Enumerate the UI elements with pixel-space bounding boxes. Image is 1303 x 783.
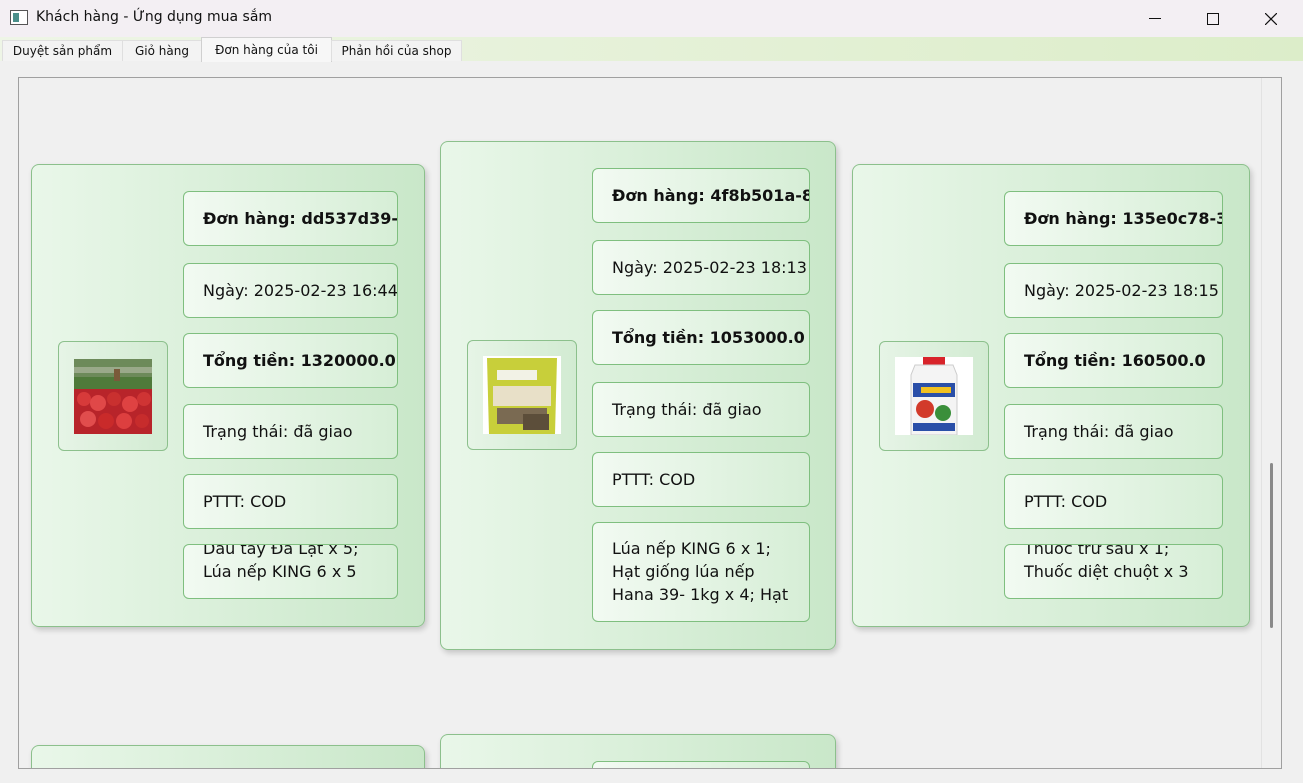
product-thumbnail	[879, 341, 989, 451]
product-thumbnail	[467, 340, 577, 450]
orders-scroll-area[interactable]: Đơn hàng: dd537d39- Ngày: 2025-02-23 16:…	[18, 77, 1282, 769]
close-icon	[1265, 12, 1277, 25]
order-card: Đơn hàng: dd537d39- Ngày: 2025-02-23 16:…	[31, 164, 425, 627]
order-status: Trạng thái: đã giao	[183, 404, 398, 459]
order-payment: PTTT: COD	[592, 452, 810, 507]
window-title: Khách hàng - Ứng dụng mua sắm	[36, 9, 273, 25]
scrollbar-thumb[interactable]	[1270, 463, 1273, 628]
order-card	[31, 745, 425, 768]
order-payment: PTTT: COD	[1004, 474, 1223, 529]
minimize-icon	[1149, 17, 1161, 19]
order-card: Đơn hàng: 135e0c78-3 Ngày: 2025-02-23 18…	[852, 164, 1250, 627]
order-date: Ngày: 2025-02-23 18:13	[592, 240, 810, 295]
order-id: Đơn hàng: 135e0c78-3	[1004, 191, 1223, 246]
tab-shop-feedback[interactable]: Phản hồi của shop	[331, 40, 462, 61]
strawberry-photo	[74, 358, 152, 434]
pesticide-bottle-photo	[895, 357, 973, 435]
title-bar[interactable]: Khách hàng - Ứng dụng mua sắm	[0, 0, 1303, 37]
maximize-button[interactable]	[1184, 0, 1242, 37]
order-payment: PTTT: COD	[183, 474, 398, 529]
seed-bag-photo	[483, 356, 561, 434]
product-thumbnail	[58, 341, 168, 451]
order-items: Thuốc trừ sâu x 1; Thuốc diệt chuột x 3	[1004, 544, 1223, 599]
order-card: Đơn hàng: 4f8b501a-8 Ngày: 2025-02-23 18…	[440, 141, 836, 650]
maximize-icon	[1207, 12, 1219, 25]
vertical-scrollbar[interactable]	[1261, 78, 1281, 768]
tab-my-orders[interactable]: Đơn hàng của tôi	[201, 37, 332, 62]
minimize-button[interactable]	[1126, 0, 1184, 37]
order-total: Tổng tiền: 160500.0	[1004, 333, 1223, 388]
order-total: Tổng tiền: 1320000.0	[183, 333, 398, 388]
tab-bar: Duyệt sản phẩm Giỏ hàng Đơn hàng của tôi…	[0, 37, 1303, 62]
order-status: Trạng thái: đã giao	[592, 382, 810, 437]
close-button[interactable]	[1242, 0, 1300, 37]
order-id	[592, 761, 810, 768]
tab-cart[interactable]: Giỏ hàng	[122, 40, 202, 61]
order-items: Dâu tây Đà Lạt x 5; Lúa nếp KING 6 x 5	[183, 544, 398, 599]
order-status: Trạng thái: đã giao	[1004, 404, 1223, 459]
order-id: Đơn hàng: 4f8b501a-8	[592, 168, 810, 223]
order-items: Lúa nếp KING 6 x 1; Hạt giống lúa nếp Ha…	[592, 522, 810, 622]
order-date: Ngày: 2025-02-23 18:15	[1004, 263, 1223, 318]
tab-browse-products[interactable]: Duyệt sản phẩm	[2, 40, 123, 61]
order-id: Đơn hàng: dd537d39-	[183, 191, 398, 246]
app-icon	[10, 10, 28, 25]
order-date: Ngày: 2025-02-23 16:44	[183, 263, 398, 318]
app-window: Khách hàng - Ứng dụng mua sắm Duyệt sản …	[0, 0, 1303, 783]
order-card	[440, 734, 836, 768]
order-total: Tổng tiền: 1053000.0	[592, 310, 810, 365]
